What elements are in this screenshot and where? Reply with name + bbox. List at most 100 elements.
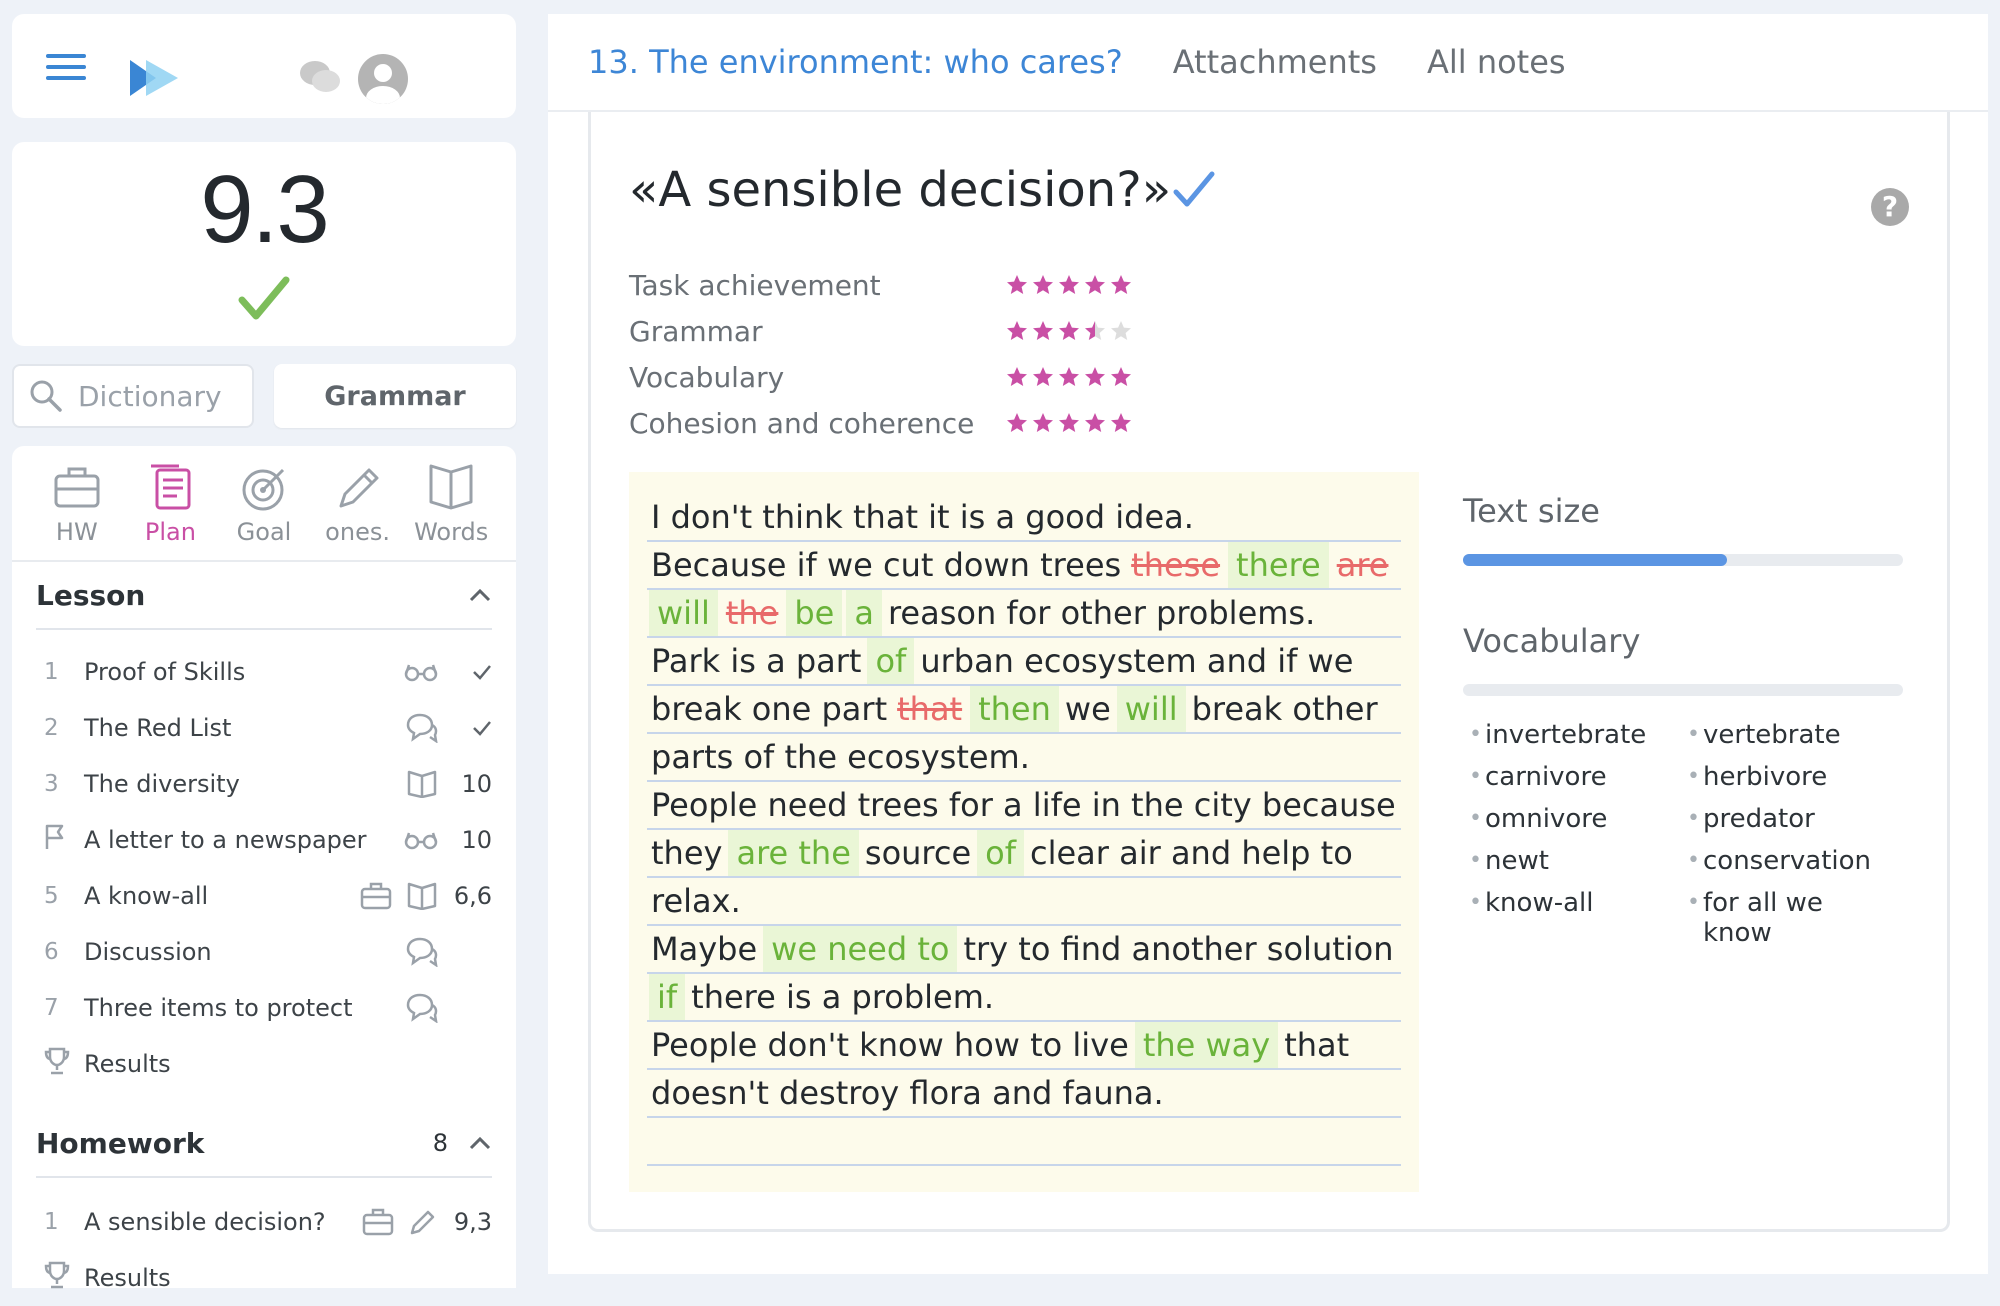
book-icon — [429, 464, 473, 510]
correction-insert[interactable]: there — [1228, 542, 1329, 588]
essay-text-segment: parts of the ecosystem. — [651, 738, 1030, 776]
essay-text-segment: Park is a part — [651, 642, 862, 680]
correction-insert[interactable]: are the — [728, 830, 859, 876]
vocabulary-word[interactable]: vertebrate — [1687, 720, 1887, 750]
main-content: 13. The environment: who cares? Attachme… — [548, 14, 1988, 1274]
star-icon — [1059, 413, 1079, 432]
star-icon — [1007, 321, 1027, 340]
essay-line: break one part that then we will break other — [647, 686, 1401, 734]
grammar-button[interactable]: Grammar — [274, 364, 516, 428]
star-icon — [1033, 275, 1053, 294]
correction-insert[interactable]: the way — [1134, 1022, 1279, 1068]
essay-text-segment: try to find another solution — [963, 930, 1394, 968]
target-icon — [242, 468, 285, 511]
star-icon — [1059, 321, 1079, 340]
correction-delete[interactable]: the — [720, 590, 785, 636]
star-icon — [1111, 275, 1131, 294]
star-icon — [1007, 367, 1027, 386]
user-avatar[interactable] — [358, 54, 408, 104]
correction-insert[interactable]: of — [977, 830, 1024, 876]
correction-insert[interactable]: will — [1116, 686, 1186, 732]
lesson-item[interactable]: 3 The diversity 10 — [12, 756, 516, 812]
lesson-panel: HW Plan Goal ones. Words Lesson 1 Proof … — [12, 446, 516, 1292]
vocabulary-word[interactable]: know-all — [1469, 888, 1687, 948]
tab-words[interactable]: Words — [407, 460, 495, 560]
correction-insert[interactable]: we need to — [763, 926, 958, 972]
criterion-name: Grammar — [629, 314, 763, 348]
chevron-up-icon[interactable] — [468, 1135, 492, 1151]
essay-text-segment: I don't think that it is a good idea. — [651, 498, 1194, 536]
star-rating — [1005, 273, 1133, 297]
lesson-item[interactable]: 7 Three items to protect — [12, 980, 516, 1036]
logo-icon[interactable] — [126, 58, 182, 98]
tab-plan[interactable]: Plan — [126, 460, 214, 560]
vocabulary-word[interactable]: invertebrate — [1469, 720, 1687, 750]
homework-item[interactable]: 1 A sensible decision? 9,3 — [12, 1194, 516, 1250]
tab-hw[interactable]: HW — [33, 460, 121, 560]
lesson-item[interactable]: A letter to a newspaper 10 — [12, 812, 516, 868]
briefcase-icon — [362, 1208, 394, 1236]
tab-hw-label: HW — [55, 518, 98, 546]
star-icon — [1007, 413, 1027, 432]
check-mark-icon — [473, 665, 491, 680]
essay-line: Maybe we need to try to find another solut… — [647, 926, 1401, 974]
lesson-item[interactable]: 5 A know-all 6,6 — [12, 868, 516, 924]
lesson-item[interactable]: 2 The Red List — [12, 700, 516, 756]
correction-insert[interactable]: of — [867, 638, 915, 684]
vocabulary-word[interactable]: carnivore — [1469, 762, 1687, 792]
correction-insert[interactable]: be — [786, 590, 843, 636]
item-label: A know-all — [84, 882, 209, 910]
correction-delete[interactable]: these — [1125, 542, 1226, 588]
essay-card: «A sensible decision?» ? Task achievemen… — [588, 112, 1950, 1232]
correction-delete[interactable]: are — [1331, 542, 1395, 588]
homework-results[interactable]: Results — [12, 1250, 516, 1306]
search-icon — [30, 380, 62, 412]
vocabulary-word[interactable]: newt — [1469, 846, 1687, 876]
pencil-icon — [410, 1210, 435, 1235]
correction-insert[interactable]: if — [649, 974, 686, 1020]
tab-ones[interactable]: ones. — [314, 460, 402, 560]
lesson-item[interactable]: 1 Proof of Skills — [12, 644, 516, 700]
chat-icon[interactable] — [297, 56, 343, 100]
text-size-slider[interactable] — [1463, 554, 1903, 566]
vocabulary-word[interactable]: conservation — [1687, 846, 1887, 876]
correction-insert[interactable]: then — [970, 686, 1059, 732]
star-rating — [1005, 365, 1133, 389]
correction-delete[interactable]: that — [891, 686, 968, 732]
star-icon — [1033, 367, 1053, 386]
vocabulary-word[interactable]: predator — [1687, 804, 1887, 834]
essay-text-segment: Maybe — [651, 930, 758, 968]
item-label: The Red List — [84, 714, 232, 742]
star-rating — [1005, 319, 1133, 343]
lesson-item[interactable]: 6 Discussion — [12, 924, 516, 980]
checkmark-icon — [1173, 171, 1215, 207]
tab-all-notes[interactable]: All notes — [1427, 43, 1566, 81]
check-mark-icon — [473, 721, 491, 736]
trophy-icon — [44, 1261, 70, 1289]
lesson-results[interactable]: Results — [12, 1036, 516, 1092]
tab-attachments[interactable]: Attachments — [1173, 43, 1377, 81]
item-label: Proof of Skills — [84, 658, 246, 686]
homework-section-header[interactable]: Homework 8 — [36, 1110, 492, 1178]
tab-words-label: Words — [414, 518, 489, 546]
essay-text-segment: Because if we cut down trees — [651, 546, 1122, 584]
essay-line: People need trees for a life in the city… — [647, 782, 1401, 830]
vocabulary-word[interactable]: omnivore — [1469, 804, 1687, 834]
dictionary-search-input[interactable]: Dictionary — [12, 364, 254, 428]
menu-icon[interactable] — [46, 54, 86, 84]
lesson-section-header[interactable]: Lesson — [36, 562, 492, 630]
item-value: 6,6 — [453, 882, 492, 910]
tab-goal[interactable]: Goal — [220, 460, 308, 560]
vocabulary-progress — [1463, 684, 1903, 696]
essay-text-segment: relax. — [651, 882, 741, 920]
essay-text-segment: source — [864, 834, 972, 872]
vocabulary-word[interactable]: for all we know — [1687, 888, 1887, 948]
item-number: 1 — [44, 659, 59, 685]
chevron-up-icon[interactable] — [468, 587, 492, 603]
help-icon[interactable]: ? — [1871, 188, 1909, 226]
correction-insert[interactable]: will — [649, 590, 718, 636]
tab-lesson[interactable]: 13. The environment: who cares? — [588, 43, 1123, 81]
correction-insert[interactable]: a — [846, 590, 882, 636]
vocabulary-word[interactable]: herbivore — [1687, 762, 1887, 792]
star-rating — [1005, 411, 1133, 435]
